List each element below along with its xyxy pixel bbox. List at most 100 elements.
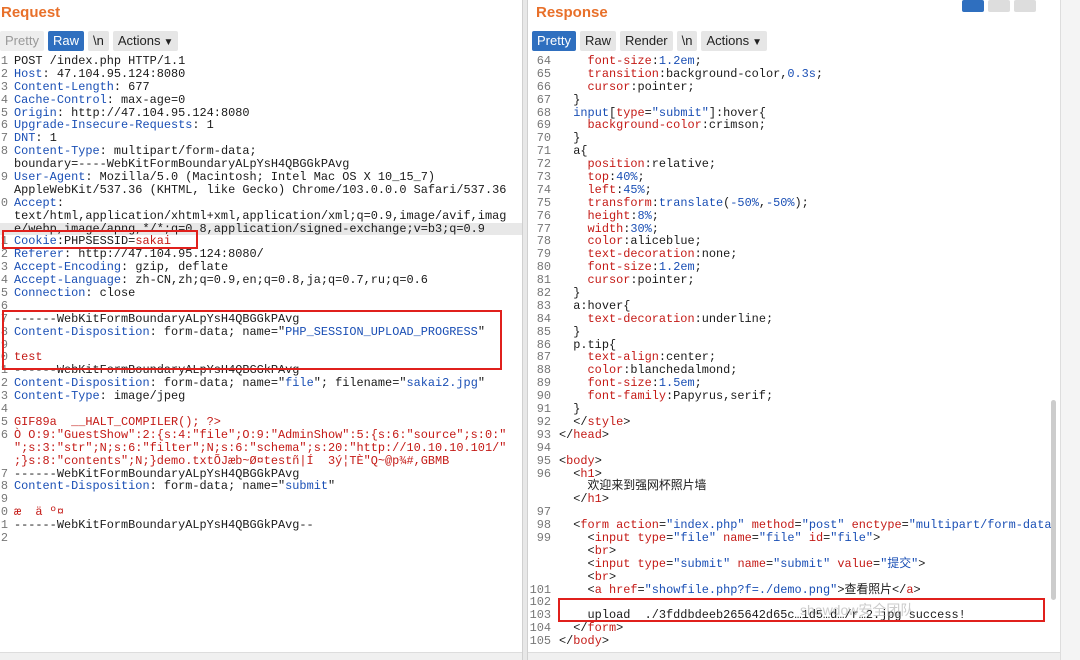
code-token: name: [723, 530, 752, 545]
code-token: p.tip{: [559, 337, 617, 352]
request-editor[interactable]: 1 POST /index.php HTTP/1.1 2 Host: 47.104.9…: [0, 55, 522, 545]
code-token: top: [587, 170, 609, 185]
response-toolbar: Pretty Raw Render \n Actions ▼: [532, 31, 768, 51]
code-token: >: [608, 543, 617, 558]
code-token: ------WebKitFormBoundaryALpYsH4QBGGkPAvg: [14, 466, 300, 481]
single-view-icon[interactable]: [1014, 0, 1036, 12]
code-token: width: [587, 221, 624, 236]
code-token: text-align: [587, 350, 659, 365]
code-token: }: [559, 131, 581, 146]
line-number: 2: [0, 66, 8, 81]
code-token: </: [559, 621, 588, 636]
code-token: font-size: [587, 54, 652, 68]
code-token: Connection: [14, 286, 86, 301]
newline-toggle[interactable]: \n: [676, 31, 698, 51]
code-token: "提交": [880, 556, 919, 571]
tab-raw[interactable]: Raw: [47, 31, 84, 51]
code-token: ;: [651, 221, 659, 236]
code-token: <: [559, 569, 595, 584]
code-token: text-decoration: [587, 247, 695, 262]
code-token: a: [594, 582, 602, 597]
code-token: >查看照片</: [837, 582, 907, 597]
tab-pretty[interactable]: Pretty: [532, 31, 576, 51]
code-token: font-size: [587, 260, 652, 275]
line-number: 75: [536, 195, 551, 210]
actions-menu[interactable]: Actions ▼: [701, 31, 768, 51]
line-number: 6: [0, 427, 8, 442]
code-token: :underline;: [694, 311, 774, 326]
horizontal-view-icon[interactable]: [988, 0, 1010, 12]
code-token: "showfile.php?f=./demo.png": [644, 582, 838, 597]
line-number: 99: [536, 530, 551, 545]
code-token: color: [587, 234, 624, 249]
tab-render[interactable]: Render: [619, 31, 673, 51]
code-token: }: [559, 92, 581, 107]
code-token: </: [559, 634, 574, 649]
code-line: </h1>: [528, 493, 1060, 506]
code-token: :none;: [694, 247, 738, 262]
code-line: 94: [528, 440, 1060, 455]
code-token: Ò O:9:"GuestShow":2:{s:4:"file";O:9:"Adm…: [14, 427, 507, 442]
response-scrollbar[interactable]: [1051, 400, 1056, 600]
tab-raw[interactable]: Raw: [579, 31, 616, 51]
actions-menu[interactable]: Actions ▼: [112, 31, 179, 51]
code-token: font-size: [587, 376, 652, 391]
code-token: "post": [801, 518, 845, 533]
code-token: type: [637, 530, 667, 545]
code-token: : form-data; name=": [149, 376, 286, 391]
code-token: : gzip, deflate: [121, 260, 229, 275]
split-view-icon[interactable]: [962, 0, 984, 12]
code-token: </: [559, 427, 574, 442]
newline-toggle[interactable]: \n: [87, 31, 109, 51]
code-token: ;: [815, 66, 824, 81]
code-token: <: [559, 556, 595, 571]
code-token: :pointer;: [630, 273, 695, 288]
code-token: file: [285, 376, 314, 391]
code-token: value: [837, 556, 874, 571]
tab-pretty[interactable]: Pretty: [0, 31, 44, 51]
chevron-down-icon: ▼: [163, 37, 174, 48]
code-token: "file": [830, 530, 874, 545]
response-editor[interactable]: 64 font-size:1.2em; 65 transition:backgro…: [528, 55, 1060, 648]
code-token: ------WebKitFormBoundaryALpYsH4QBGGkPAvg: [14, 363, 300, 378]
code-token: Cookie: [14, 234, 57, 249]
line-number: 92: [536, 414, 551, 429]
request-toolbar: Pretty Raw \n Actions ▼: [0, 31, 179, 51]
response-pane: Response Pretty Raw Render \n Actions ▼ 6…: [528, 0, 1060, 660]
code-token: AppleWebKit/537.36 (KHTML, like Gecko) C…: [14, 182, 507, 197]
code-token: -50%: [765, 195, 795, 210]
code-token: "index.php": [666, 518, 745, 533]
code-token: "; filename=": [313, 376, 407, 391]
code-token: 1.2em: [658, 260, 695, 275]
code-token: DNT: [14, 131, 36, 146]
request-pane: Request Pretty Raw \n Actions ▼ 1 POST /in…: [0, 0, 522, 660]
response-title: Response: [536, 4, 608, 21]
code-token: "file": [758, 530, 802, 545]
code-token: transition: [587, 66, 659, 81]
code-token: Content-Type: [14, 144, 100, 159]
code-token: >: [601, 634, 609, 649]
code-token: 30%: [630, 221, 652, 236]
code-token: method: [751, 518, 795, 533]
code-line: 84 text-decoration:underline;: [528, 311, 1060, 326]
line-number: 64: [536, 54, 551, 68]
request-bottom-bar: [0, 652, 522, 660]
code-token: ,: [758, 195, 766, 210]
code-token: ------WebKitFormBoundaryALpYsH4QBGGkPAvg: [14, 311, 300, 326]
line-number: 74: [536, 182, 551, 197]
code-token: "file": [673, 530, 717, 545]
code-token: Host: [14, 66, 43, 81]
code-token: ;: [694, 54, 702, 68]
code-token: input: [573, 105, 609, 120]
code-token: :relative;: [644, 157, 716, 172]
line-number: 94: [536, 440, 551, 455]
code-token: :Papyrus,serif;: [666, 389, 774, 404]
line-number: 0: [0, 195, 8, 210]
code-token: ;: [694, 260, 702, 275]
line-number: 65: [536, 66, 551, 81]
code-token: :: [651, 195, 659, 210]
